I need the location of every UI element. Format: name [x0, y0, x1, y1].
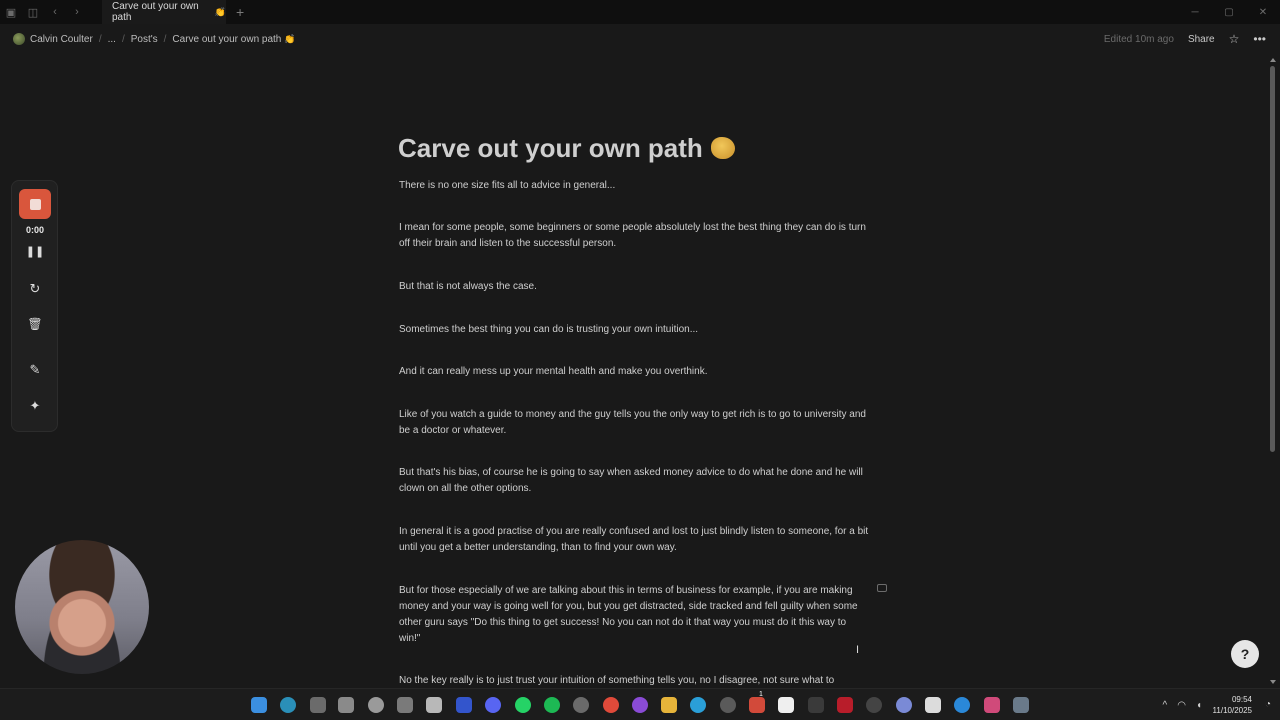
restart-icon[interactable]: ↻: [12, 281, 58, 297]
paragraph[interactable]: Like of you watch a guide to money and t…: [399, 407, 869, 439]
obs-icon[interactable]: [866, 697, 882, 713]
back-arrow-icon[interactable]: ‹: [44, 0, 66, 24]
scroll-down-arrow-icon[interactable]: [1270, 680, 1276, 684]
text-cursor-icon: I: [856, 644, 860, 656]
webcam-overlay[interactable]: [15, 540, 149, 674]
page-title[interactable]: Carve out your own path: [398, 130, 869, 166]
tray-chevron-icon[interactable]: ^: [1163, 700, 1168, 711]
screen-recorder-toolbar: 0:00 ❚❚ ↻ 🗑 ✎ ✦: [11, 180, 58, 432]
app-icon[interactable]: [632, 697, 648, 713]
document-body: Carve out your own path There is no one …: [398, 130, 869, 686]
app-icon[interactable]: [368, 697, 384, 713]
breadcrumb-separator: /: [163, 33, 167, 45]
paragraph[interactable]: But for those especially of we are talki…: [399, 583, 869, 647]
scrollbar-thumb[interactable]: [1270, 66, 1275, 452]
app-icon[interactable]: [984, 697, 1000, 713]
help-button[interactable]: ?: [1231, 640, 1259, 668]
system-clock[interactable]: 09:54 11/10/2025: [1213, 694, 1252, 716]
delete-icon[interactable]: 🗑: [12, 317, 58, 331]
paragraph[interactable]: And it can really mess up your mental he…: [399, 364, 869, 380]
clapping-hands-emoji-icon[interactable]: [710, 137, 735, 159]
paragraph[interactable]: I mean for some people, some beginners o…: [399, 220, 869, 252]
draw-pen-icon[interactable]: ✎: [12, 362, 58, 378]
new-tab-button[interactable]: +: [236, 4, 244, 20]
tab-current-page[interactable]: Carve out your own path 👏: [102, 0, 226, 24]
app-icon[interactable]: [837, 697, 853, 713]
stop-recording-button[interactable]: [19, 189, 51, 219]
share-button[interactable]: Share: [1188, 34, 1215, 45]
app-icon[interactable]: [896, 697, 912, 713]
paragraph[interactable]: In general it is a good practise of you …: [399, 524, 869, 556]
app-icon[interactable]: [456, 697, 472, 713]
breadcrumb-ellipsis[interactable]: ...: [108, 34, 116, 45]
app-icon[interactable]: [925, 697, 941, 713]
app-icon[interactable]: 1: [749, 691, 765, 713]
breadcrumb: Calvin Coulter / ... / Post's / Carve ou…: [0, 28, 1280, 50]
scroll-up-arrow-icon[interactable]: [1270, 58, 1276, 62]
breadcrumb-parent[interactable]: Post's: [131, 34, 158, 45]
header-actions: Edited 10m ago Share ☆ •••: [1104, 28, 1266, 50]
breadcrumb-separator: /: [98, 33, 102, 45]
app-icon[interactable]: [808, 697, 824, 713]
clock-date: 11/10/2025: [1212, 706, 1252, 715]
whatsapp-icon[interactable]: [515, 697, 531, 713]
stop-icon: [29, 198, 41, 210]
paragraph[interactable]: No the key really is to just trust your …: [399, 673, 869, 689]
forward-arrow-icon[interactable]: ›: [66, 0, 88, 24]
comment-icon[interactable]: [877, 584, 887, 592]
close-button[interactable]: ✕: [1246, 0, 1280, 24]
breadcrumb-emoji: 👏: [284, 33, 296, 44]
system-tray: ^ ◠ ◖: [1163, 689, 1202, 720]
app-logo-icon[interactable]: ▣: [0, 0, 22, 24]
paragraph[interactable]: But that's his bias, of course he is goi…: [399, 465, 869, 497]
notion-icon[interactable]: [778, 697, 794, 713]
breadcrumb-separator: /: [121, 33, 125, 45]
notification-badge: 1: [759, 691, 763, 698]
wifi-icon[interactable]: ◠: [1177, 700, 1186, 711]
star-icon[interactable]: ☆: [1229, 32, 1240, 46]
app-icon[interactable]: [397, 697, 413, 713]
start-menu-icon[interactable]: [251, 697, 267, 713]
page-title-text: Carve out your own path: [398, 133, 703, 163]
spotify-icon[interactable]: [544, 697, 560, 713]
pause-icon[interactable]: ❚❚: [12, 245, 58, 258]
tab-title: Carve out your own path: [112, 1, 199, 23]
edge-browser-icon[interactable]: [280, 697, 296, 713]
workspace-avatar: [13, 33, 25, 45]
paragraph[interactable]: There is no one size fits all to advice …: [399, 178, 869, 194]
recording-timer: 0:00: [25, 225, 44, 235]
file-explorer-icon[interactable]: [661, 697, 677, 713]
windows-taskbar: 1 ^ ◠ ◖ 09:54 11/10/2025 ◔: [0, 688, 1280, 720]
app-icon[interactable]: [720, 697, 736, 713]
maximize-button[interactable]: ▢: [1212, 0, 1246, 24]
minimize-button[interactable]: ─: [1178, 0, 1212, 24]
volume-icon[interactable]: ◖: [1196, 700, 1202, 711]
breadcrumb-workspace[interactable]: Calvin Coulter: [30, 34, 93, 45]
telegram-icon[interactable]: [690, 697, 706, 713]
clock-time: 09:54: [1231, 695, 1252, 704]
snipping-tool-icon[interactable]: [338, 697, 354, 713]
window-controls: ─ ▢ ✕: [1178, 0, 1280, 24]
more-options-icon[interactable]: •••: [1253, 32, 1266, 46]
paragraph[interactable]: Sometimes the best thing you can do is t…: [399, 322, 869, 338]
app-icon[interactable]: [426, 697, 442, 713]
app-icon[interactable]: [1013, 697, 1029, 713]
chrome-icon[interactable]: [603, 697, 619, 713]
edited-status[interactable]: Edited 10m ago: [1104, 34, 1174, 45]
breadcrumb-current[interactable]: Carve out your own path: [172, 34, 281, 45]
tab-emoji: 👏: [214, 6, 226, 17]
paragraph[interactable]: But that is not always the case.: [399, 279, 869, 295]
discord-icon[interactable]: [485, 697, 501, 713]
title-bar: ▣ ◫ ‹ › Carve out your own path 👏 + ─ ▢ …: [0, 0, 1280, 24]
app-icon[interactable]: [954, 697, 970, 713]
sidebar-toggle-icon[interactable]: ◫: [22, 0, 44, 24]
task-view-icon[interactable]: [310, 697, 326, 713]
effects-icon[interactable]: ✦: [12, 398, 58, 414]
app-icon[interactable]: [573, 697, 589, 713]
notification-bell-icon[interactable]: ◔: [1265, 699, 1271, 710]
